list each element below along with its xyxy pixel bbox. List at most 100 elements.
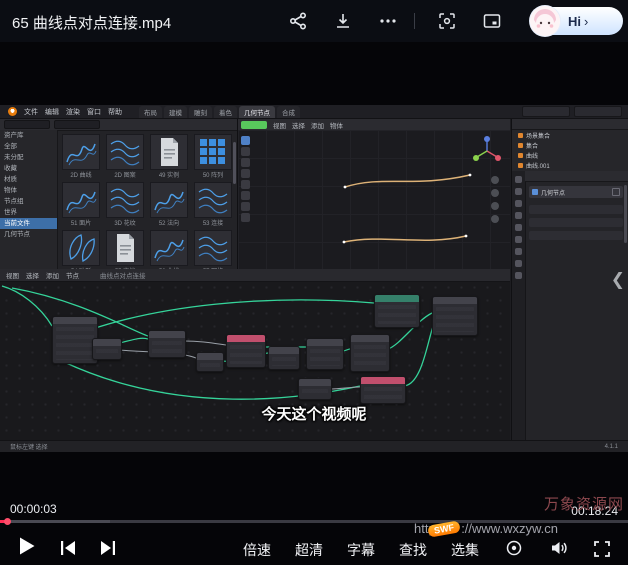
curve-icon xyxy=(518,163,523,168)
modifier-name: 几何节点 xyxy=(541,188,565,197)
menu-item: 选择 xyxy=(292,120,305,130)
asset-thumbnail: 57 网格 xyxy=(194,230,232,269)
scrollbar xyxy=(233,142,236,184)
viewport-side-icons xyxy=(491,176,499,228)
tree-item: 资产库 xyxy=(0,130,57,141)
video-frame[interactable]: 文件 编辑 渲染 窗口 帮助 布局 建模 雕刻 着色 几何节点 合成 资产库 全… xyxy=(0,105,628,452)
outliner-row: 场景集合 xyxy=(512,130,628,140)
next-episode-button[interactable] xyxy=(98,540,118,556)
node xyxy=(92,338,122,360)
outliner-row: 曲线 xyxy=(512,150,628,160)
record-icon[interactable] xyxy=(505,539,523,557)
share-icon[interactable] xyxy=(288,11,308,31)
properties-panel: 几何节点 xyxy=(511,171,628,440)
asset-thumbnail: 2D 曲线 xyxy=(62,134,100,179)
node xyxy=(374,294,420,328)
breadcrumb: 曲线点对点连接 xyxy=(100,270,146,280)
modifier-icon xyxy=(532,189,538,195)
workspace-tab: 布局 xyxy=(139,106,162,118)
episode-panel-toggle[interactable]: ❮ xyxy=(611,270,625,290)
speed-button[interactable]: 倍速 xyxy=(243,540,271,560)
volume-button[interactable] xyxy=(549,539,569,557)
thumbnail-caption: 2D 曲线 xyxy=(62,170,100,179)
subtitle-button[interactable]: 字幕 xyxy=(347,540,375,560)
more-icon[interactable] xyxy=(378,11,398,31)
workspace-tabs: 布局 建模 雕刻 着色 几何节点 合成 xyxy=(139,106,300,118)
tree-item-selected: 当前文件 xyxy=(0,218,57,229)
tree-item: 未分配 xyxy=(0,152,57,163)
asset-thumbnail: 3D 花纹 xyxy=(106,182,144,227)
properties-tab-column xyxy=(512,171,526,440)
thumbnail-caption: 50 阵列 xyxy=(194,170,232,179)
node-editor: 视图 选择 添加 节点 曲线点对点连接 xyxy=(0,269,510,440)
watermark-url: https SWF ://www.wxzyw.cn xyxy=(414,521,558,536)
progress-loaded xyxy=(0,520,110,523)
viewport-green-button xyxy=(241,121,267,129)
asset-browser: 资产库 全部 未分配 收藏 材质 物体 节点组 世界 当前文件 几何节点 2D … xyxy=(0,119,238,269)
asset-thumbnail: 51 面片 xyxy=(62,182,100,227)
collection-icon xyxy=(518,133,523,138)
collection-icon xyxy=(518,143,523,148)
scrollbar xyxy=(624,185,627,243)
outliner-panel: 场景集合 集合 曲线 曲线.001 xyxy=(511,119,628,171)
workspace-tab: 建模 xyxy=(164,106,187,118)
node xyxy=(298,378,332,400)
properties-header xyxy=(525,171,628,182)
workspace-tab: 雕刻 xyxy=(189,106,212,118)
player-topbar: 65 曲线点对点连接.mp4 xyxy=(0,0,628,42)
property-row xyxy=(529,218,623,227)
node xyxy=(268,346,300,370)
avatar xyxy=(530,6,560,36)
fullscreen-button[interactable] xyxy=(592,539,612,559)
screenshot-icon[interactable] xyxy=(437,11,457,31)
workspace-tab-active: 几何节点 xyxy=(239,106,275,118)
tree-item: 节点组 xyxy=(0,196,57,207)
menu-item: 渲染 xyxy=(66,107,80,117)
viewport-canvas xyxy=(238,130,510,269)
modifier-chip: 几何节点 xyxy=(529,186,623,198)
player-window: 65 曲线点对点连接.mp4 xyxy=(0,0,628,565)
video-title: 65 曲线点对点连接.mp4 xyxy=(12,12,171,33)
thumbnail-caption: 2D 图案 xyxy=(106,170,144,179)
node-canvas xyxy=(0,281,510,440)
episodes-button[interactable]: 选集 xyxy=(451,540,479,560)
thumbnail-caption: 52 法向 xyxy=(150,218,188,227)
outliner-row: 曲线.001 xyxy=(512,160,628,170)
node xyxy=(350,334,390,372)
current-time: 00:00:03 xyxy=(10,502,57,516)
account-pill[interactable]: Hi › xyxy=(531,7,623,35)
asset-thumbnail: 2D 图案 xyxy=(106,134,144,179)
download-icon[interactable] xyxy=(333,11,353,31)
menu-item: 添加 xyxy=(46,270,59,280)
menu-item: 视图 xyxy=(273,120,286,130)
mini-player-icon[interactable] xyxy=(482,11,502,31)
workspace-tab: 合成 xyxy=(277,106,300,118)
status-hint: 鼠标左键 选择 xyxy=(10,442,48,451)
account-greeting: Hi xyxy=(568,14,581,29)
play-button[interactable] xyxy=(18,536,36,556)
menu-item: 文件 xyxy=(24,107,38,117)
node xyxy=(432,296,478,336)
chevron-right-icon: › xyxy=(584,14,588,29)
tree-item: 世界 xyxy=(0,207,57,218)
control-buttons: 倍速 超清 字幕 查找 选集 xyxy=(243,540,479,560)
previous-episode-button[interactable] xyxy=(58,540,78,556)
asset-thumbnail: 49 实例 xyxy=(150,134,188,179)
asset-thumbnail: 53 连接 xyxy=(194,182,232,227)
viewport-3d: 视图 选择 添加 物体 xyxy=(238,119,510,269)
asset-thumbnail: 55 文档 xyxy=(106,230,144,269)
thumbnail-caption: 53 连接 xyxy=(194,218,232,227)
asset-catalog-tree: 资产库 全部 未分配 收藏 材质 物体 节点组 世界 当前文件 几何节点 xyxy=(0,130,58,269)
asset-thumbnail: 50 阵列 xyxy=(194,134,232,179)
blender-menubar: 文件 编辑 渲染 窗口 帮助 布局 建模 雕刻 着色 几何节点 合成 xyxy=(0,105,628,119)
quality-button[interactable]: 超清 xyxy=(295,540,323,560)
menu-item: 编辑 xyxy=(45,107,59,117)
menu-item: 视图 xyxy=(6,270,19,280)
blender-logo-icon xyxy=(8,107,17,116)
node xyxy=(360,376,406,404)
property-row xyxy=(529,231,623,240)
progress-handle[interactable] xyxy=(4,518,11,525)
watermark-url-rest: ://www.wxzyw.cn xyxy=(461,521,558,536)
search-button[interactable]: 查找 xyxy=(399,540,427,560)
scene-selector xyxy=(522,106,622,117)
